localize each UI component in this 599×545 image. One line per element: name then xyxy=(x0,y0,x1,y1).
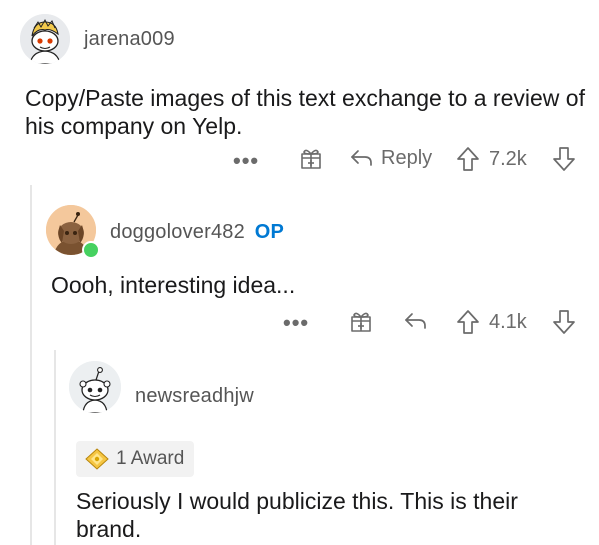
comment-body: Copy/Paste images of this text exchange … xyxy=(25,85,585,139)
comment-username[interactable]: doggolover482 OP xyxy=(110,221,284,244)
upvote-arrow-icon xyxy=(457,147,479,171)
comment-username[interactable]: jarena009 xyxy=(84,28,175,51)
give-award-button[interactable] xyxy=(299,146,323,170)
reply-button[interactable] xyxy=(403,309,429,333)
more-options-button[interactable]: ••• xyxy=(233,148,259,174)
reply-button[interactable]: Reply xyxy=(349,146,432,170)
downvote-arrow-icon xyxy=(553,310,575,334)
comment-username[interactable]: newsreadhjw xyxy=(135,385,254,408)
reply-arrow-icon xyxy=(405,313,426,329)
vote-score: 4.1k xyxy=(489,311,527,333)
online-status-indicator xyxy=(82,241,100,259)
thread-line-level-1[interactable] xyxy=(30,185,32,545)
downvote-arrow-icon xyxy=(553,147,575,171)
gift-icon xyxy=(301,149,321,169)
downvote-button[interactable] xyxy=(552,309,576,335)
upvote-button[interactable] xyxy=(456,146,480,172)
gift-icon xyxy=(351,312,371,332)
give-award-button[interactable] xyxy=(349,309,373,333)
reply-label: Reply xyxy=(381,146,433,169)
award-label: 1 Award xyxy=(116,448,185,469)
award-badge[interactable]: 1 Award xyxy=(76,441,195,477)
reply-arrow-icon xyxy=(351,150,372,166)
more-options-button[interactable]: ••• xyxy=(283,310,309,336)
avatar-jarena009[interactable] xyxy=(20,14,70,64)
upvote-arrow-icon xyxy=(457,310,479,334)
avatar-newsreadhjw[interactable] xyxy=(69,361,121,413)
snoo-avatar-icon xyxy=(20,14,70,64)
snoo-avatar-icon xyxy=(69,361,121,413)
op-badge: OP xyxy=(254,221,284,243)
upvote-button[interactable] xyxy=(456,309,480,335)
downvote-button[interactable] xyxy=(552,146,576,172)
comment-body: Oooh, interesting idea... xyxy=(51,272,296,298)
comment-body: Seriously I would publicize this. This i… xyxy=(76,488,518,542)
award-icon xyxy=(85,448,109,470)
vote-score: 7.2k xyxy=(489,148,527,170)
thread-line-level-2[interactable] xyxy=(54,350,56,545)
username-text: doggolover482 xyxy=(110,221,245,243)
